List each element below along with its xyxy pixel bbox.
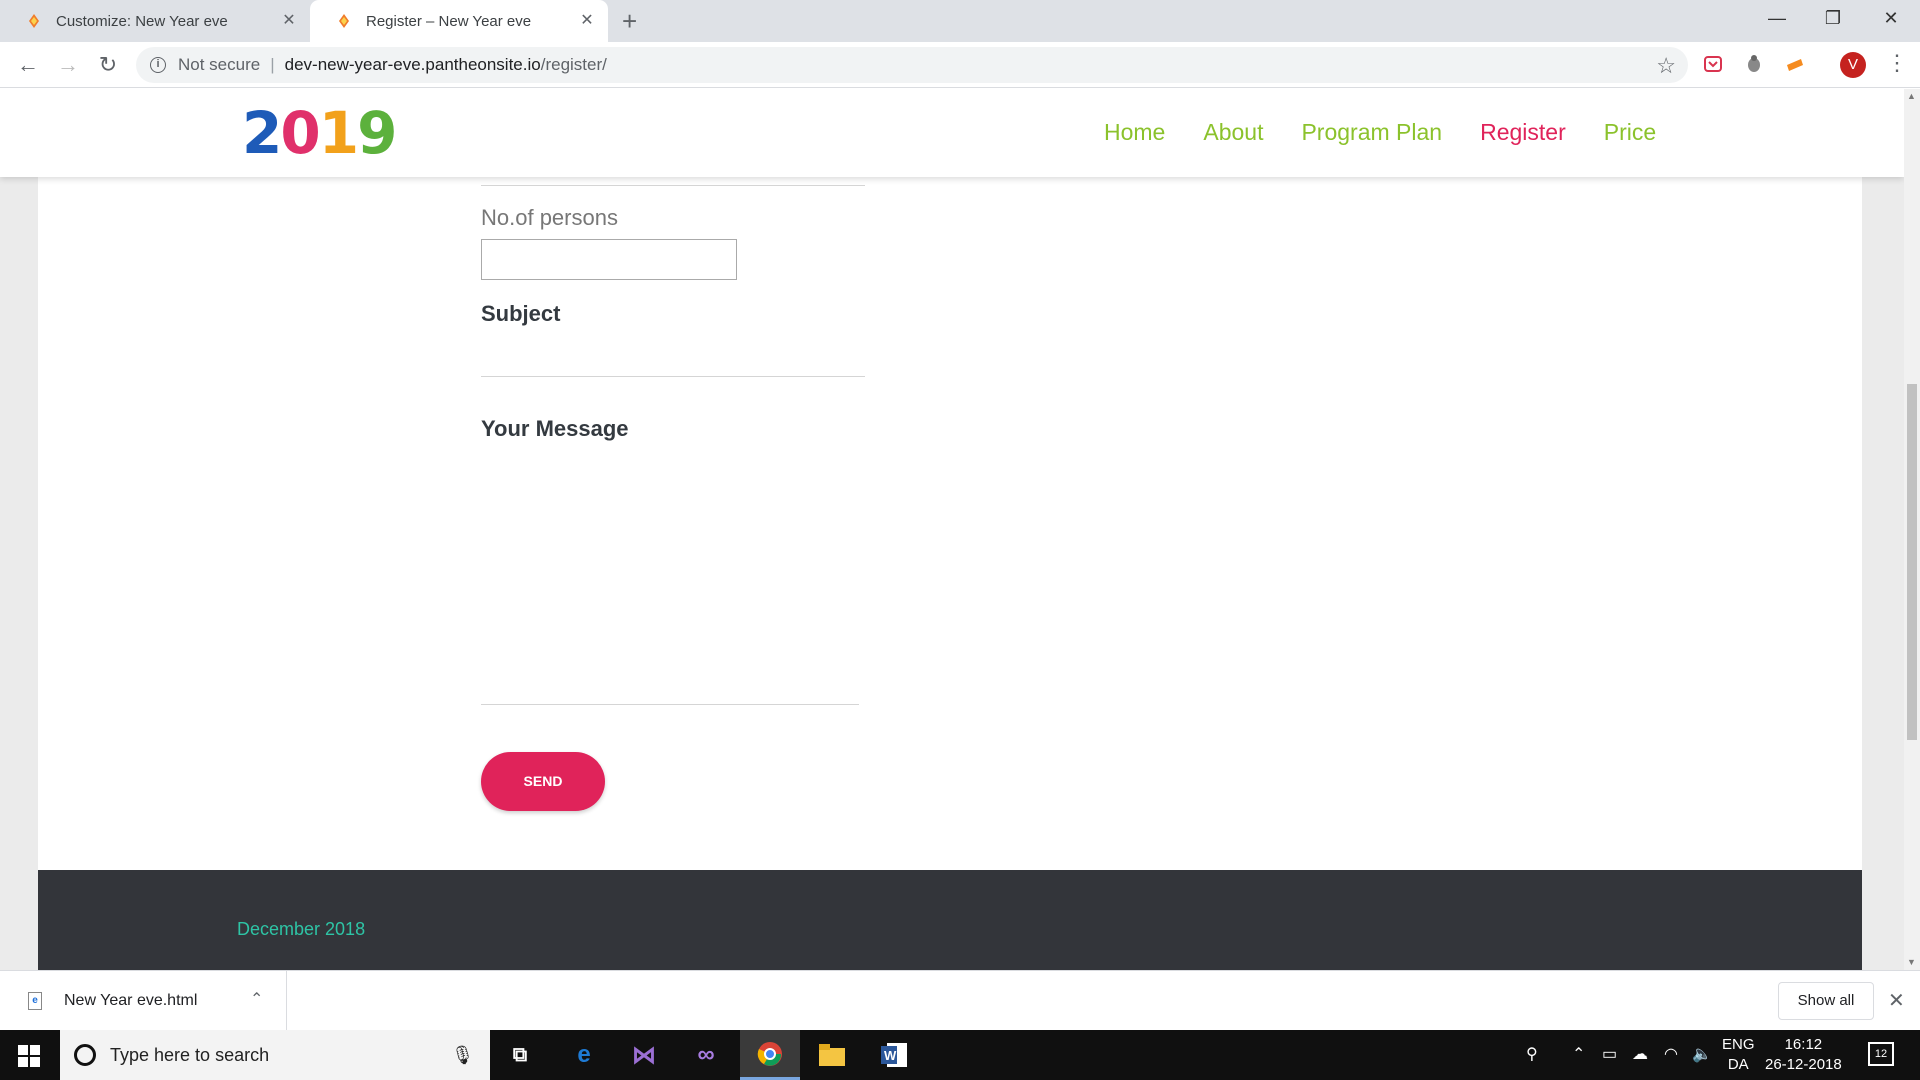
site-logo[interactable]: 2019 (242, 99, 397, 167)
bookmark-star-icon[interactable]: ☆ (1656, 53, 1676, 79)
address-bar[interactable]: i Not secure | dev-new-year-eve.pantheon… (136, 47, 1688, 83)
volume-icon[interactable]: 🔈 (1692, 1044, 1712, 1064)
bug-extension-icon[interactable] (1743, 53, 1765, 75)
back-icon[interactable]: ← (14, 52, 42, 80)
message-label: Your Message (481, 416, 629, 441)
new-tab-icon[interactable]: + (622, 8, 637, 34)
nav-register[interactable]: Register (1480, 119, 1566, 146)
search-placeholder: Type here to search (110, 1044, 270, 1065)
url-host: dev-new-year-eve.pantheonsite.io (284, 55, 541, 74)
info-icon[interactable]: i (150, 57, 166, 73)
tab-register[interactable]: Register – New Year eve ✕ (310, 0, 608, 42)
tab-title: Register – New Year eve (366, 12, 532, 30)
svg-text:W: W (884, 1048, 897, 1063)
language-indicator[interactable]: ENG DA (1722, 1035, 1755, 1075)
clock-date: 26-12-2018 (1765, 1056, 1842, 1073)
edge-icon[interactable]: e (554, 1030, 614, 1080)
persons-input[interactable] (481, 239, 737, 280)
close-tab-icon[interactable]: ✕ (578, 12, 596, 30)
scroll-thumb[interactable] (1907, 384, 1917, 740)
people-icon[interactable]: ⚲ (1526, 1044, 1538, 1064)
main-navigation: Home About Program Plan Register Price (1104, 119, 1656, 146)
word-icon[interactable]: W (864, 1030, 924, 1080)
page-content (38, 89, 1862, 970)
chevron-up-icon[interactable]: ⌃ (1572, 1044, 1585, 1064)
wifi-icon[interactable]: ◠ (1664, 1044, 1678, 1064)
taskbar-search[interactable]: Type here to search 🎙 (60, 1030, 490, 1080)
profile-avatar[interactable]: V (1840, 52, 1866, 78)
browser-tab-strip: Customize: New Year eve ✕ Register – New… (0, 0, 1920, 42)
windows-taskbar: Type here to search 🎙 ⧉ e ⋈ ∞ W ⚲ ⌃ ▭ ☁ … (0, 1030, 1920, 1080)
tab-title: Customize: New Year eve (56, 12, 228, 30)
logo-digit: 9 (357, 99, 397, 167)
close-icon[interactable]: ✕ (1888, 988, 1905, 1013)
download-filename: New Year eve.html (64, 992, 198, 1009)
file-explorer-icon[interactable] (802, 1030, 862, 1080)
more-menu-icon[interactable]: ⋮ (1886, 50, 1908, 76)
scroll-up-icon[interactable]: ▲ (1907, 91, 1916, 101)
url-path: /register/ (540, 55, 607, 74)
download-item[interactable]: e New Year eve.html (0, 971, 287, 1031)
close-window-icon[interactable]: ✕ (1876, 8, 1906, 29)
divider: | (270, 55, 275, 74)
cortana-icon (74, 1044, 96, 1066)
system-clock[interactable]: 16:12 26-12-2018 (1765, 1035, 1842, 1075)
language-code: ENG (1722, 1036, 1755, 1053)
vs-code-icon[interactable]: ⋈ (614, 1030, 674, 1080)
logo-digit: 0 (280, 99, 320, 167)
forward-icon[interactable]: → (54, 52, 82, 80)
page-viewport: 2019 Home About Program Plan Register Pr… (0, 89, 1904, 970)
subject-label: Subject (481, 301, 561, 326)
chrome-icon[interactable] (740, 1030, 800, 1080)
logo-digit: 1 (318, 99, 359, 167)
chevron-up-icon[interactable]: ⌃ (250, 989, 263, 1009)
battery-icon[interactable]: ▭ (1602, 1044, 1617, 1064)
site-header: 2019 Home About Program Plan Register Pr… (0, 89, 1904, 177)
reload-icon[interactable]: ↻ (94, 52, 122, 80)
onedrive-icon[interactable]: ☁ (1632, 1044, 1648, 1064)
download-shelf: e New Year eve.html ⌃ Show all ✕ (0, 970, 1920, 1031)
previous-field-underline (481, 185, 865, 186)
security-status[interactable]: Not secure (178, 55, 260, 75)
nav-program-plan[interactable]: Program Plan (1301, 119, 1442, 146)
tab-customize[interactable]: Customize: New Year eve ✕ (0, 0, 310, 42)
task-view-icon[interactable]: ⧉ (490, 1030, 550, 1080)
message-underline (481, 704, 859, 705)
pantheon-favicon-icon (26, 13, 42, 29)
nav-home[interactable]: Home (1104, 119, 1165, 146)
visual-studio-icon[interactable]: ∞ (676, 1030, 736, 1080)
pocket-extension-icon[interactable] (1702, 53, 1724, 75)
persons-label: No.of persons (481, 205, 618, 230)
message-textarea[interactable] (481, 451, 859, 793)
keyboard-layout: DA (1727, 1056, 1749, 1073)
nav-price[interactable]: Price (1604, 119, 1656, 146)
microphone-icon[interactable]: 🎙 (451, 1045, 474, 1066)
logo-digit: 2 (242, 99, 282, 167)
page-scrollbar[interactable]: ▲ ▼ (1904, 89, 1920, 970)
site-footer: December 2018 (38, 870, 1862, 970)
windows-start-icon[interactable] (18, 1045, 40, 1067)
clock-time: 16:12 (1784, 1036, 1823, 1053)
footer-date: December 2018 (237, 919, 366, 939)
scroll-down-icon[interactable]: ▼ (1907, 957, 1916, 967)
orange-extension-icon[interactable] (1784, 53, 1806, 75)
pantheon-favicon-icon (336, 13, 352, 29)
notification-center-icon[interactable]: 12 (1868, 1042, 1894, 1066)
nav-about[interactable]: About (1203, 119, 1263, 146)
restore-icon[interactable]: ❐ (1818, 8, 1848, 29)
minimize-icon[interactable]: — (1762, 8, 1792, 29)
send-button[interactable]: SEND (481, 752, 605, 811)
html-file-icon: e (28, 992, 42, 1010)
browser-toolbar: ← → ↻ i Not secure | dev-new-year-eve.pa… (0, 42, 1920, 88)
subject-input[interactable] (481, 376, 865, 377)
show-all-button[interactable]: Show all (1778, 982, 1874, 1020)
close-tab-icon[interactable]: ✕ (280, 12, 298, 30)
